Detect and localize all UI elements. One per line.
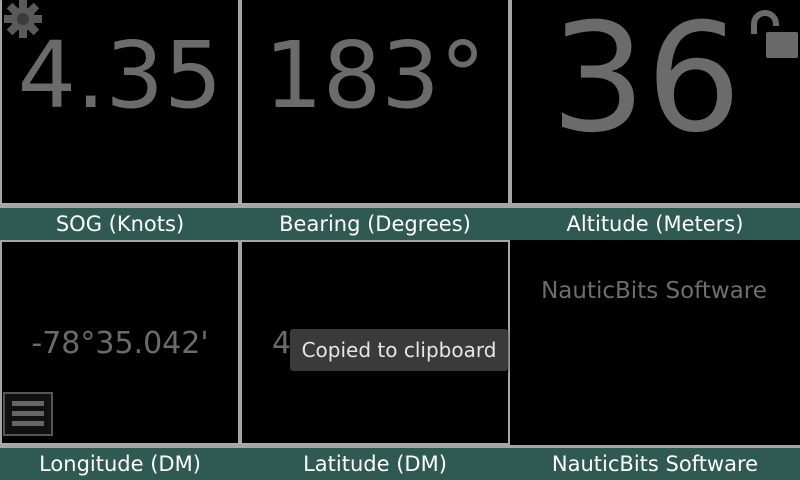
tile-bearing[interactable]: 183°: [242, 0, 508, 203]
tile-nauticbits[interactable]: NauticBits Software: [510, 240, 800, 445]
altitude-label: Altitude (Meters): [510, 208, 800, 240]
longitude-label: Longitude (DM): [0, 448, 240, 480]
clipboard-toast: Copied to clipboard: [290, 329, 508, 371]
unlock-icon[interactable]: [744, 10, 800, 60]
longitude-value: -78°35.042': [31, 326, 209, 361]
bearing-value: 183°: [264, 22, 486, 129]
menu-icon[interactable]: [3, 392, 53, 436]
latitude-label: Latitude (DM): [240, 448, 510, 480]
gear-icon[interactable]: [2, 0, 44, 40]
altitude-value: 36: [550, 0, 742, 166]
sog-label: SOG (Knots): [0, 208, 240, 240]
nauticbits-label: NauticBits Software: [510, 448, 800, 480]
nauticbits-text: NauticBits Software: [541, 278, 767, 304]
bearing-label: Bearing (Degrees): [240, 208, 510, 240]
